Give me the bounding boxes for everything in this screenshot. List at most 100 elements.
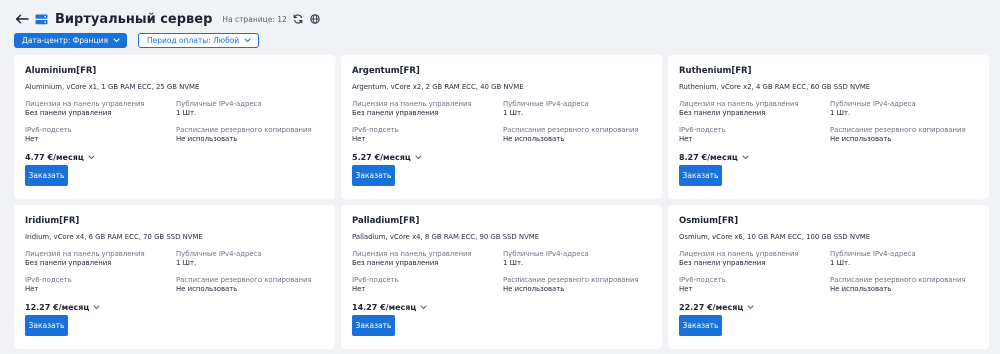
ipv4-value: 1 Шт. bbox=[503, 259, 524, 267]
backup-label: Расписание резервного копирования bbox=[830, 126, 966, 134]
payment-period-filter-button[interactable]: Период оплаты: Любой bbox=[138, 33, 260, 48]
price-value: 4.77 €/месяц bbox=[25, 153, 84, 162]
chevron-down-icon bbox=[113, 38, 120, 43]
ipv6-label: IPv6-подсеть bbox=[25, 126, 72, 134]
backup-label: Расписание резервного копирования bbox=[503, 276, 639, 284]
price-selector[interactable]: 8.27 €/месяц bbox=[679, 153, 749, 162]
order-button[interactable]: Заказать bbox=[25, 165, 68, 186]
ipv6-label: IPv6-подсеть bbox=[679, 276, 726, 284]
chevron-down-icon bbox=[742, 155, 749, 160]
tariff-spec: Iridium, vCore x4, 6 GB RAM ECC, 70 GB S… bbox=[25, 233, 203, 241]
price-selector[interactable]: 5.27 €/месяц bbox=[352, 153, 422, 162]
ipv4-value: 1 Шт. bbox=[176, 109, 197, 117]
ipv4-label: Публичные IPv4-адреса bbox=[176, 100, 262, 108]
ipv6-value: Нет bbox=[679, 285, 693, 293]
tariff-card: Osmium[FR] Osmium, vCore x6, 10 GB RAM E… bbox=[668, 205, 989, 349]
price-selector[interactable]: 22.27 €/месяц bbox=[679, 303, 754, 312]
backup-value: Не использовать bbox=[176, 285, 238, 293]
chevron-down-icon bbox=[93, 305, 100, 310]
ipv4-value: 1 Шт. bbox=[503, 109, 524, 117]
order-button[interactable]: Заказать bbox=[25, 315, 68, 336]
filter-bar: Дата-центр: Франция Период оплаты: Любой bbox=[14, 33, 260, 48]
refresh-icon[interactable] bbox=[293, 14, 304, 25]
chevron-down-icon bbox=[88, 155, 95, 160]
price-value: 22.27 €/месяц bbox=[679, 303, 744, 312]
items-per-page[interactable]: На странице: 12 bbox=[222, 15, 286, 24]
license-value: Без панели управления bbox=[25, 259, 112, 267]
license-value: Без панели управления bbox=[679, 259, 766, 267]
tariff-spec: Aluminium, vCore x1, 1 GB RAM ECC, 25 GB… bbox=[25, 83, 200, 91]
datacenter-filter-button[interactable]: Дата-центр: Франция bbox=[14, 33, 127, 48]
backup-value: Не использовать bbox=[176, 135, 238, 143]
backup-value: Не использовать bbox=[830, 135, 892, 143]
order-button[interactable]: Заказать bbox=[352, 315, 395, 336]
tariff-title: Palladium[FR] bbox=[352, 216, 420, 226]
tariff-title: Argentum[FR] bbox=[352, 66, 420, 76]
license-value: Без панели управления bbox=[679, 109, 766, 117]
ipv6-label: IPv6-подсеть bbox=[352, 126, 399, 134]
ipv6-value: Нет bbox=[25, 285, 39, 293]
chevron-down-icon bbox=[244, 38, 251, 43]
tariff-card: Argentum[FR] Argentum, vCore x2, 2 GB RA… bbox=[341, 55, 662, 199]
license-value: Без панели управления bbox=[352, 109, 439, 117]
ipv6-value: Нет bbox=[352, 285, 366, 293]
tariff-title: Iridium[FR] bbox=[25, 216, 80, 226]
order-button[interactable]: Заказать bbox=[679, 165, 722, 186]
page-title: Виртуальный сервер bbox=[55, 11, 213, 27]
ipv4-value: 1 Шт. bbox=[176, 259, 197, 267]
license-value: Без панели управления bbox=[25, 109, 112, 117]
price-value: 14.27 €/месяц bbox=[352, 303, 417, 312]
ipv4-value: 1 Шт. bbox=[830, 259, 851, 267]
license-label: Лицензия на панель управления bbox=[352, 100, 472, 108]
globe-icon[interactable] bbox=[310, 14, 321, 25]
tariff-card: Iridium[FR] Iridium, vCore x4, 6 GB RAM … bbox=[14, 205, 335, 349]
tariff-title: Osmium[FR] bbox=[679, 216, 739, 226]
backup-label: Расписание резервного копирования bbox=[176, 126, 312, 134]
ipv6-label: IPv6-подсеть bbox=[352, 276, 399, 284]
ipv4-label: Публичные IPv4-адреса bbox=[503, 250, 589, 258]
backup-label: Расписание резервного копирования bbox=[830, 276, 966, 284]
chevron-down-icon bbox=[420, 305, 427, 310]
ipv4-label: Публичные IPv4-адреса bbox=[176, 250, 262, 258]
order-button[interactable]: Заказать bbox=[679, 315, 722, 336]
license-label: Лицензия на панель управления bbox=[25, 100, 145, 108]
backup-value: Не использовать bbox=[830, 285, 892, 293]
price-selector[interactable]: 12.27 €/месяц bbox=[25, 303, 100, 312]
license-value: Без панели управления bbox=[352, 259, 439, 267]
tariff-card: Aluminium[FR] Aluminium, vCore x1, 1 GB … bbox=[14, 55, 335, 199]
tariff-title: Ruthenium[FR] bbox=[679, 66, 752, 76]
ipv4-label: Публичные IPv4-адреса bbox=[503, 100, 589, 108]
price-value: 12.27 €/месяц bbox=[25, 303, 90, 312]
server-icon bbox=[35, 13, 48, 25]
tariff-spec: Palladium, vCore x4, 8 GB RAM ECC, 90 GB… bbox=[352, 233, 540, 241]
ipv6-label: IPv6-подсеть bbox=[679, 126, 726, 134]
tariff-spec: Argentum, vCore x2, 2 GB RAM ECC, 40 GB … bbox=[352, 83, 524, 91]
license-label: Лицензия на панель управления bbox=[679, 100, 799, 108]
backup-label: Расписание резервного копирования bbox=[503, 126, 639, 134]
price-value: 5.27 €/месяц bbox=[352, 153, 411, 162]
back-arrow-icon[interactable] bbox=[14, 11, 30, 27]
tariff-spec: Ruthenium, vCore x2, 4 GB RAM ECC, 60 GB… bbox=[679, 83, 871, 91]
license-label: Лицензия на панель управления bbox=[679, 250, 799, 258]
tariff-title: Aluminium[FR] bbox=[25, 66, 97, 76]
ipv6-value: Нет bbox=[352, 135, 366, 143]
ipv6-value: Нет bbox=[679, 135, 693, 143]
ipv4-value: 1 Шт. bbox=[830, 109, 851, 117]
price-selector[interactable]: 14.27 €/месяц bbox=[352, 303, 427, 312]
order-button[interactable]: Заказать bbox=[352, 165, 395, 186]
ipv6-label: IPv6-подсеть bbox=[25, 276, 72, 284]
chevron-down-icon bbox=[747, 305, 754, 310]
ipv4-label: Публичные IPv4-адреса bbox=[830, 250, 916, 258]
payment-period-filter-label: Период оплаты: Любой bbox=[147, 36, 240, 45]
tariff-card: Palladium[FR] Palladium, vCore x4, 8 GB … bbox=[341, 205, 662, 349]
price-selector[interactable]: 4.77 €/месяц bbox=[25, 153, 95, 162]
tariff-spec: Osmium, vCore x6, 10 GB RAM ECC, 100 GB … bbox=[679, 233, 871, 241]
price-value: 8.27 €/месяц bbox=[679, 153, 738, 162]
backup-value: Не использовать bbox=[503, 135, 565, 143]
tariff-grid: Aluminium[FR] Aluminium, vCore x1, 1 GB … bbox=[14, 55, 989, 349]
ipv6-value: Нет bbox=[25, 135, 39, 143]
page-header: Виртуальный сервер На странице: 12 bbox=[14, 9, 321, 29]
backup-value: Не использовать bbox=[503, 285, 565, 293]
chevron-down-icon bbox=[415, 155, 422, 160]
license-label: Лицензия на панель управления bbox=[25, 250, 145, 258]
